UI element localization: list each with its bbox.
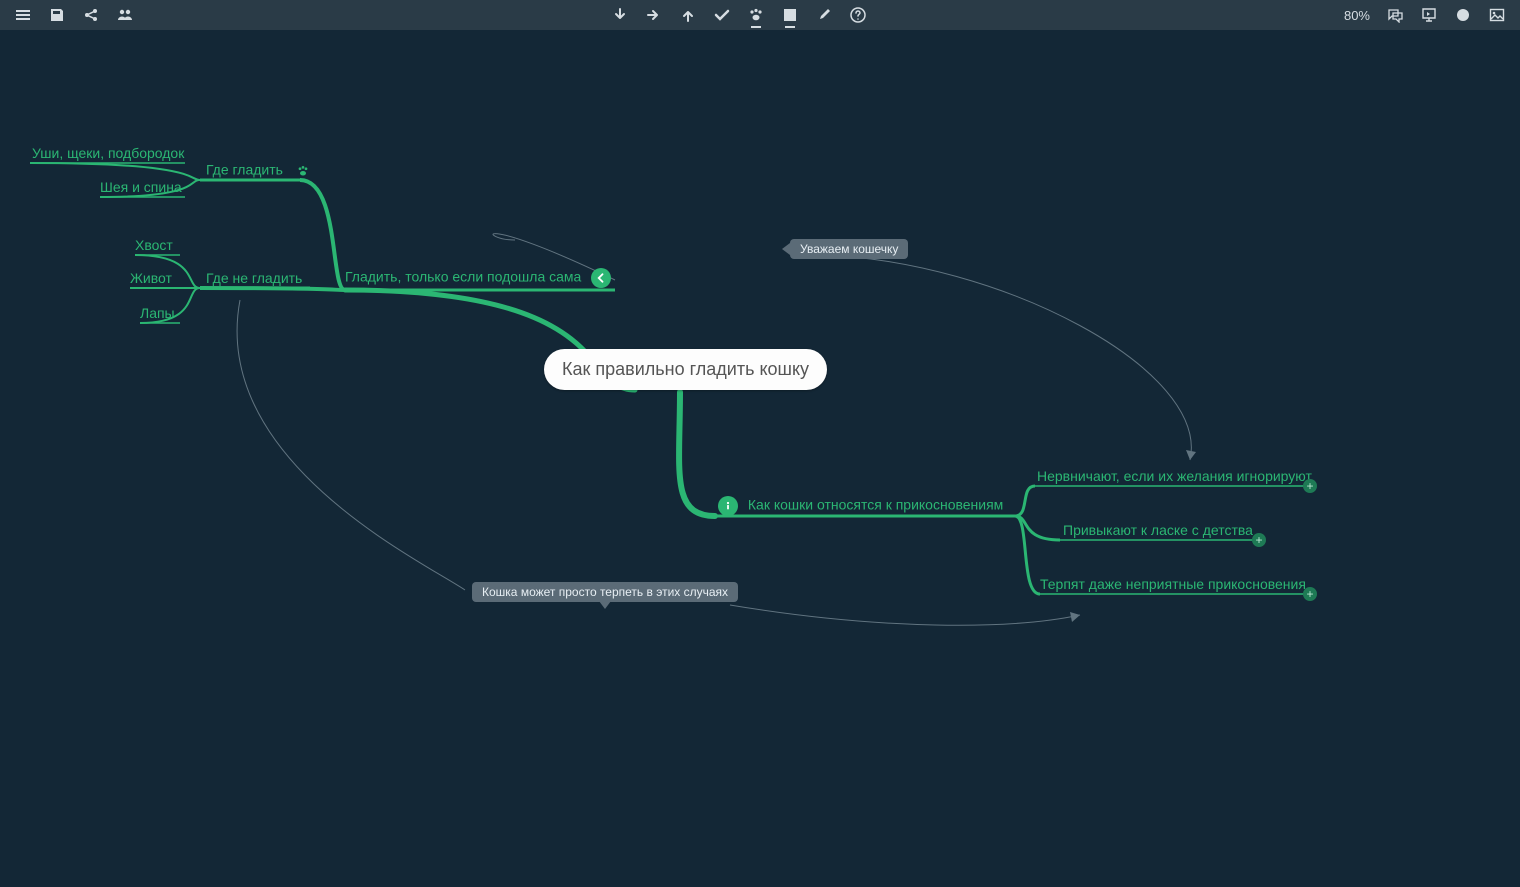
note-label: Кошка может просто терпеть в этих случая… <box>482 585 728 599</box>
connector-lines <box>0 30 1520 887</box>
node-label: Привыкают к ласке с детства <box>1063 522 1253 538</box>
arrow-left-icon <box>591 268 611 288</box>
comments-button[interactable] <box>1378 0 1412 30</box>
image-icon <box>1489 7 1505 23</box>
node-tolerate-unpleasant[interactable]: Терпят даже неприятные прикосновения <box>1040 576 1306 592</box>
circle-icon <box>1455 7 1471 23</box>
task-button[interactable] <box>705 0 739 30</box>
mindmap-canvas[interactable]: Как правильно гладить кошку Гладить, тол… <box>0 30 1520 887</box>
note-icon <box>782 7 798 23</box>
toolbar: 80% <box>0 0 1520 30</box>
format-button[interactable] <box>807 0 841 30</box>
add-sibling-button[interactable] <box>637 0 671 30</box>
node-label: Уши, щеки, подбородок <box>32 145 184 161</box>
users-icon <box>117 7 133 23</box>
node-used-to-affection[interactable]: Привыкают к ласке с детства <box>1063 522 1253 538</box>
menu-button[interactable] <box>6 0 40 30</box>
node-where-not-pet[interactable]: Где не гладить <box>206 270 302 286</box>
node-label: Хвост <box>135 237 173 253</box>
add-child-button[interactable] <box>603 0 637 30</box>
note-respect[interactable]: Уважаем кошечку <box>790 239 908 259</box>
node-label: Как кошки относятся к прикосновениям <box>748 497 1003 513</box>
help-button[interactable] <box>841 0 875 30</box>
root-node-label: Как правильно гладить кошку <box>562 359 809 379</box>
chat-icon <box>1387 7 1403 23</box>
node-belly[interactable]: Живот <box>130 270 172 286</box>
arrow-up-icon <box>680 7 696 23</box>
node-how-cats-feel-touch[interactable]: Как кошки относятся к прикосновениям <box>712 496 1003 516</box>
help-icon <box>850 7 866 23</box>
note-label: Уважаем кошечку <box>800 242 898 256</box>
collaborate-button[interactable] <box>108 0 142 30</box>
share-icon <box>83 7 99 23</box>
node-pet-only-if-approached[interactable]: Гладить, только если подошла сама <box>345 268 617 288</box>
note-arrow-icon <box>599 601 611 609</box>
save-button[interactable] <box>40 0 74 30</box>
node-ears-cheeks-chin[interactable]: Уши, щеки, подбородок <box>32 145 184 161</box>
arrow-right-icon <box>646 7 662 23</box>
menu-icon <box>15 7 31 23</box>
node-neck-back[interactable]: Шея и спина <box>100 179 182 195</box>
save-icon <box>49 7 65 23</box>
node-label: Где не гладить <box>206 270 302 286</box>
node-label: Живот <box>130 270 172 286</box>
paw-icon <box>748 7 764 23</box>
theme-button[interactable] <box>1446 0 1480 30</box>
zoom-level[interactable]: 80% <box>1336 8 1378 23</box>
paw-icon <box>293 161 313 181</box>
root-node[interactable]: Как правильно гладить кошку <box>544 349 827 390</box>
expand-button[interactable] <box>1252 533 1266 547</box>
icon-button[interactable] <box>739 0 773 30</box>
node-label: Шея и спина <box>100 179 182 195</box>
node-where-pet[interactable]: Где гладить <box>206 161 319 181</box>
node-label: Нервничают, если их желания игнорируют <box>1037 468 1312 484</box>
presentation-button[interactable] <box>1412 0 1446 30</box>
node-label: Лапы <box>140 305 175 321</box>
note-tolerate[interactable]: Кошка может просто терпеть в этих случая… <box>472 582 738 602</box>
info-icon <box>718 496 738 516</box>
node-tail[interactable]: Хвост <box>135 237 173 253</box>
note-arrow-icon <box>782 243 790 255</box>
arrow-down-icon <box>612 7 628 23</box>
node-nervous[interactable]: Нервничают, если их желания игнорируют <box>1037 468 1312 484</box>
add-parent-button[interactable] <box>671 0 705 30</box>
expand-button[interactable] <box>1303 479 1317 493</box>
brush-icon <box>816 7 832 23</box>
node-label: Терпят даже неприятные прикосновения <box>1040 576 1306 592</box>
check-icon <box>714 7 730 23</box>
node-label: Где гладить <box>206 162 283 178</box>
note-button[interactable] <box>773 0 807 30</box>
background-button[interactable] <box>1480 0 1514 30</box>
presentation-icon <box>1421 7 1437 23</box>
share-button[interactable] <box>74 0 108 30</box>
expand-button[interactable] <box>1303 587 1317 601</box>
node-label: Гладить, только если подошла сама <box>345 269 581 285</box>
node-paws[interactable]: Лапы <box>140 305 175 321</box>
